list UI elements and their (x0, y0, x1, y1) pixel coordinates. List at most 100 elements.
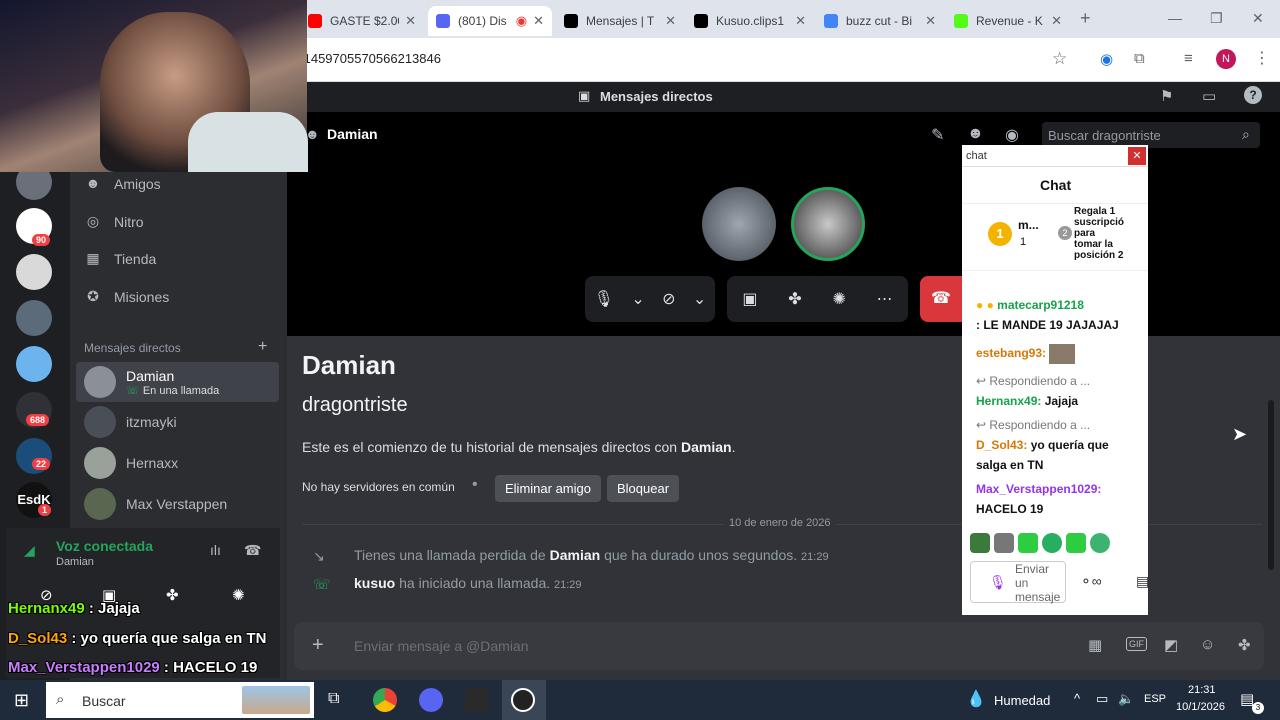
server-icon[interactable] (16, 254, 52, 290)
obs-icon[interactable] (511, 688, 535, 712)
send-message-field[interactable]: 🎙 Enviar un mensaje (970, 561, 1066, 604)
emote-icon[interactable] (1018, 533, 1038, 553)
chrome-icon[interactable] (373, 688, 397, 712)
emote-icon[interactable] (1090, 533, 1110, 553)
task-view-icon[interactable]: ⧉ (328, 690, 339, 708)
close-tab-icon[interactable]: ✕ (925, 13, 936, 29)
bookmark-star-icon[interactable]: ☆ (1052, 49, 1067, 69)
clock-time[interactable]: 21:31 (1188, 684, 1216, 696)
mic-icon[interactable]: 🎙 (989, 574, 1007, 591)
extensions-icon[interactable]: ⧉ (1134, 50, 1145, 67)
emote-image (1049, 343, 1076, 364)
emote-icon[interactable] (970, 533, 990, 553)
remove-friend-button[interactable]: Eliminar amigo (495, 475, 601, 502)
emoji-icon[interactable]: ☺ (1200, 636, 1215, 653)
browser-tab[interactable]: GASTE $2.00 ✕ (300, 6, 424, 36)
close-tab-icon[interactable]: ✕ (1051, 13, 1062, 29)
add-dm-icon[interactable]: + (258, 338, 267, 356)
browser-tab[interactable]: buzz cut - Bi ✕ (816, 6, 944, 36)
server-icon[interactable] (16, 346, 52, 382)
message-input[interactable]: Enviar mensaje a @Damian (354, 638, 529, 654)
dm-icon: ▣ (578, 88, 591, 103)
server-icon[interactable] (16, 300, 52, 336)
url-field[interactable]: /1459705570566213846 (300, 51, 441, 66)
close-tab-icon[interactable]: ✕ (795, 13, 806, 29)
profile-subtitle: dragontriste (302, 394, 408, 416)
epic-games-icon[interactable] (465, 688, 489, 712)
weather-label[interactable]: Humedad (994, 693, 1050, 708)
dm-item-itzmayki[interactable]: itzmayki (76, 403, 279, 441)
search-input[interactable]: Buscar dragontriste (1048, 128, 1161, 143)
phone-icon: ☏ (313, 576, 331, 592)
profile-icon[interactable]: ◉ (1005, 125, 1019, 145)
browser-tab[interactable]: Mensajes | T ✕ (556, 6, 684, 36)
activities-icon[interactable]: ✤ (166, 586, 179, 604)
volume-icon[interactable]: 🔈 (1118, 691, 1134, 707)
close-tab-icon[interactable]: ✕ (533, 13, 544, 29)
emote-icon[interactable] (1066, 533, 1086, 553)
help-icon[interactable]: ? (1244, 86, 1262, 104)
chevron-down-icon[interactable]: ⌄ (693, 289, 706, 309)
screen-share-icon[interactable]: ▣ (742, 289, 757, 309)
camera-off-icon[interactable]: ⊘ (662, 289, 675, 309)
nav-shop[interactable]: ▦ Tienda (84, 250, 156, 268)
nav-friends[interactable]: ☻ Amigos (84, 175, 161, 193)
activities-icon[interactable]: ✤ (788, 289, 801, 309)
nav-nitro[interactable]: ◎ Nitro (84, 213, 144, 231)
new-tab-icon[interactable]: + (1080, 8, 1091, 29)
close-window-icon[interactable]: ✕ (1252, 10, 1264, 27)
clock-date[interactable]: 10/1/2026 (1176, 701, 1225, 713)
share-icon[interactable]: ⚬∞ (1080, 573, 1102, 590)
soundboard-icon[interactable]: ✺ (232, 586, 245, 604)
sticker-icon[interactable]: ◩ (1164, 636, 1178, 654)
noise-icon[interactable]: ılı (210, 542, 221, 558)
browser-tab-active[interactable]: (801) Dis ◉ ✕ (428, 6, 552, 36)
nav-quests[interactable]: ✪ Misiones (84, 288, 169, 306)
top-supporter: m... (1018, 218, 1039, 232)
close-tab-icon[interactable]: ✕ (665, 13, 676, 29)
dm-item-hernaxx[interactable]: Hernaxx (76, 444, 279, 482)
network-icon[interactable]: ▭ (1096, 691, 1108, 707)
pin-icon[interactable]: ✎ (931, 125, 944, 145)
close-tab-icon[interactable]: ✕ (405, 13, 416, 29)
disconnect-icon[interactable]: ☎ (244, 542, 261, 559)
taskbar-search[interactable]: ⌕ Buscar (46, 682, 314, 718)
settings-icon[interactable]: ▤ (1136, 573, 1148, 590)
overlay-chat-window: chat ✕ Chat 1 m... 1 2 Regala 1 suscripc… (962, 145, 1148, 615)
dm-item-max-verstappen[interactable]: Max Verstappen (76, 485, 279, 523)
emote-icon[interactable] (1042, 533, 1062, 553)
scrollbar[interactable] (1268, 400, 1274, 570)
mic-icon[interactable]: 🎙 (594, 289, 614, 309)
profile-avatar[interactable]: N (1216, 49, 1236, 69)
soundboard-icon[interactable]: ✺ (832, 289, 845, 309)
gift-icon[interactable]: ▦ (1088, 636, 1102, 654)
emote-icon[interactable] (994, 533, 1014, 553)
cast-icon[interactable]: ◉ (1100, 50, 1113, 68)
windows-start-icon[interactable]: ⊞ (14, 690, 29, 711)
media-control-icon[interactable]: ≡ (1184, 50, 1193, 67)
taskbar-search-input[interactable]: Buscar (82, 693, 126, 709)
menu-icon[interactable]: ⋮ (1254, 48, 1270, 68)
more-icon[interactable]: ⋯ (877, 289, 893, 309)
browser-tab[interactable]: Kusuo.clips1 ✕ (686, 6, 814, 36)
minimize-icon[interactable]: — (1168, 10, 1182, 26)
send-input[interactable]: Enviar un mensaje (1015, 562, 1065, 604)
discord-icon[interactable] (419, 688, 443, 712)
inbox-icon[interactable]: ▭ (1202, 87, 1216, 105)
flag-icon[interactable]: ⚑ (1160, 87, 1173, 105)
chevron-up-icon[interactable]: ^ (1074, 691, 1080, 706)
add-friend-icon[interactable]: ☻ (967, 125, 984, 143)
chevron-down-icon[interactable]: ⌄ (631, 289, 644, 309)
apps-icon[interactable]: ✤ (1238, 636, 1251, 654)
attach-icon[interactable]: + (312, 634, 324, 657)
hang-up-button[interactable]: ☎ (920, 276, 962, 322)
restore-icon[interactable]: ❐ (1210, 10, 1223, 27)
nitro-icon: ◎ (86, 213, 100, 229)
browser-tab[interactable]: Revenue - K ✕ (946, 6, 1070, 36)
close-overlay-icon[interactable]: ✕ (1128, 147, 1146, 165)
language-indicator[interactable]: ESP (1144, 693, 1166, 705)
gif-icon[interactable]: GIF (1126, 637, 1147, 651)
block-button[interactable]: Bloquear (607, 475, 680, 502)
mic-camera-controls: 🎙 ⌄ ⊘ ⌄ (585, 276, 715, 322)
dm-item-damian[interactable]: Damian ☏ En una llamada (76, 362, 279, 402)
